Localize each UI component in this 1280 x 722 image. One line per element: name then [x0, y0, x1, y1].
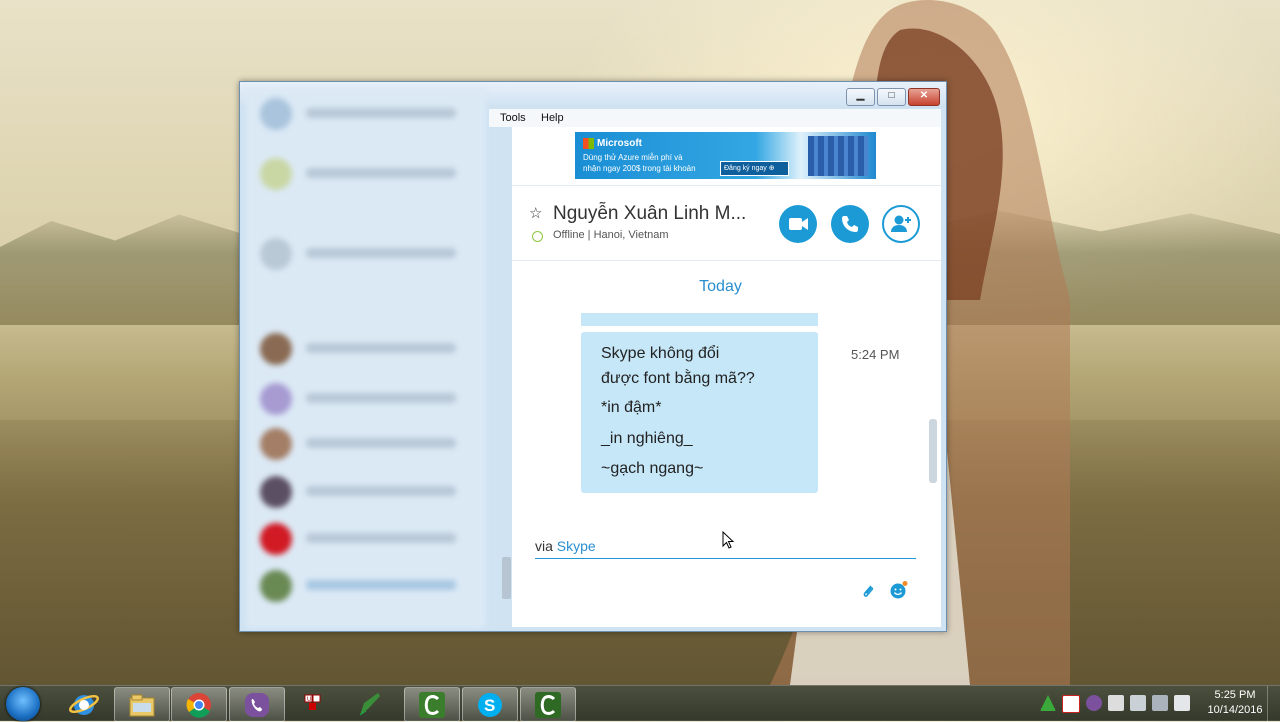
message-bubble[interactable]: Skype không đổi được font bằng mã?? *in … [581, 332, 818, 493]
phone-icon [842, 216, 858, 232]
vietkey-icon[interactable] [1062, 695, 1080, 713]
nvidia-icon[interactable] [1040, 695, 1056, 711]
message-timestamp: 5:24 PM [851, 347, 900, 362]
video-call-button[interactable] [779, 205, 817, 243]
ad-signup-button[interactable]: Đăng ký ngay ⊕ [720, 161, 789, 176]
previous-message-bubble [581, 313, 818, 326]
ad-brand: Microsoft [597, 138, 642, 149]
menu-bar: Tools Help [489, 109, 941, 127]
taskbar-viber[interactable] [229, 687, 285, 722]
skype-link[interactable]: Skype [557, 538, 596, 554]
video-camera-icon [789, 218, 808, 230]
emoticon-icon[interactable] [889, 580, 909, 600]
divider [512, 185, 941, 186]
input-prefix: via [535, 538, 557, 554]
viber-tray-icon[interactable] [1086, 695, 1102, 711]
svg-text:S: S [484, 696, 495, 715]
security-icon[interactable] [1108, 695, 1124, 711]
conversation-pane: Microsoft Dùng thử Azure miễn phí và nhậ… [512, 127, 941, 627]
explorer-icon [129, 694, 155, 717]
clock-date: 10/14/2016 [1207, 704, 1263, 716]
input-underline [535, 558, 916, 559]
ie-icon [68, 694, 100, 715]
sidebar-scrollbar[interactable] [502, 557, 511, 599]
maximize-icon: □ [888, 90, 895, 101]
day-separator: Today [699, 278, 742, 295]
chrome-icon [186, 693, 211, 718]
skype-window: ▁ □ ✕ Tools Help Microsoft Dùng thử Azur… [239, 81, 947, 632]
system-tray [1040, 695, 1190, 713]
viber-icon [245, 693, 269, 717]
camtasia-recorder-icon [535, 692, 561, 718]
message-line: ~gạch ngang~ [601, 460, 704, 477]
minimize-button[interactable]: ▁ [846, 88, 875, 106]
chat-scrollbar[interactable] [929, 419, 937, 483]
contact-name: Nguyễn Xuân Linh M... [553, 203, 747, 224]
unikey-icon: U [304, 694, 321, 710]
message-line: *in đậm* [601, 399, 662, 416]
menu-tools[interactable]: Tools [500, 112, 526, 124]
message-line: được font bằng mã?? [601, 370, 755, 387]
taskbar-skype[interactable]: S [462, 687, 518, 722]
start-orb-icon[interactable] [6, 687, 40, 721]
offline-status-icon [532, 231, 543, 242]
taskbar-ie[interactable] [57, 687, 111, 720]
city-illustration-icon [808, 136, 868, 176]
message-line: Skype không đổi [601, 345, 720, 362]
skype-icon: S [478, 693, 502, 717]
minimize-icon: ▁ [856, 90, 865, 101]
attach-file-icon[interactable] [859, 582, 877, 600]
close-button[interactable]: ✕ [908, 88, 940, 106]
camtasia-icon [419, 692, 445, 718]
add-contact-button[interactable] [882, 205, 920, 243]
taskbar-chrome[interactable] [171, 687, 227, 722]
clock-time: 5:25 PM [1214, 689, 1256, 701]
audio-call-button[interactable] [831, 205, 869, 243]
usb-icon[interactable] [1130, 695, 1146, 711]
taskbar-explorer[interactable] [114, 687, 170, 722]
volume-icon[interactable] [1174, 695, 1190, 711]
favorite-star-icon[interactable]: ☆ [529, 204, 542, 222]
taskbar-pen-app[interactable] [343, 687, 397, 720]
blurred-contact-sidebar [246, 88, 486, 628]
show-desktop-button[interactable] [1267, 686, 1280, 721]
svg-text:U: U [307, 697, 311, 703]
mouse-cursor-icon [722, 531, 735, 549]
system-clock[interactable]: 5:25 PM 10/14/2016 [1200, 688, 1270, 718]
menu-help[interactable]: Help [541, 112, 564, 124]
add-person-icon [891, 215, 911, 232]
taskbar-unikey[interactable]: U [286, 687, 340, 720]
message-input[interactable]: via Skype [535, 538, 596, 554]
ad-text-line2: nhận ngay 200$ trong tài khoản [583, 164, 696, 173]
contact-status-location: Offline | Hanoi, Vietnam [553, 229, 669, 241]
taskbar-camtasia[interactable] [404, 687, 460, 722]
ad-banner[interactable]: Microsoft Dùng thử Azure miễn phí và nhậ… [575, 132, 876, 179]
message-line: _in nghiêng_ [601, 430, 693, 447]
pen-icon [359, 693, 380, 716]
ad-text-line1: Dùng thử Azure miễn phí và [583, 153, 683, 162]
network-icon[interactable] [1152, 695, 1168, 711]
maximize-button[interactable]: □ [877, 88, 906, 106]
taskbar: U S 5:25 PM 10/14/2016 [0, 685, 1280, 722]
close-icon: ✕ [919, 90, 929, 101]
microsoft-logo-icon [583, 138, 594, 149]
divider [512, 260, 941, 261]
taskbar-camtasia-recorder[interactable] [520, 687, 576, 722]
